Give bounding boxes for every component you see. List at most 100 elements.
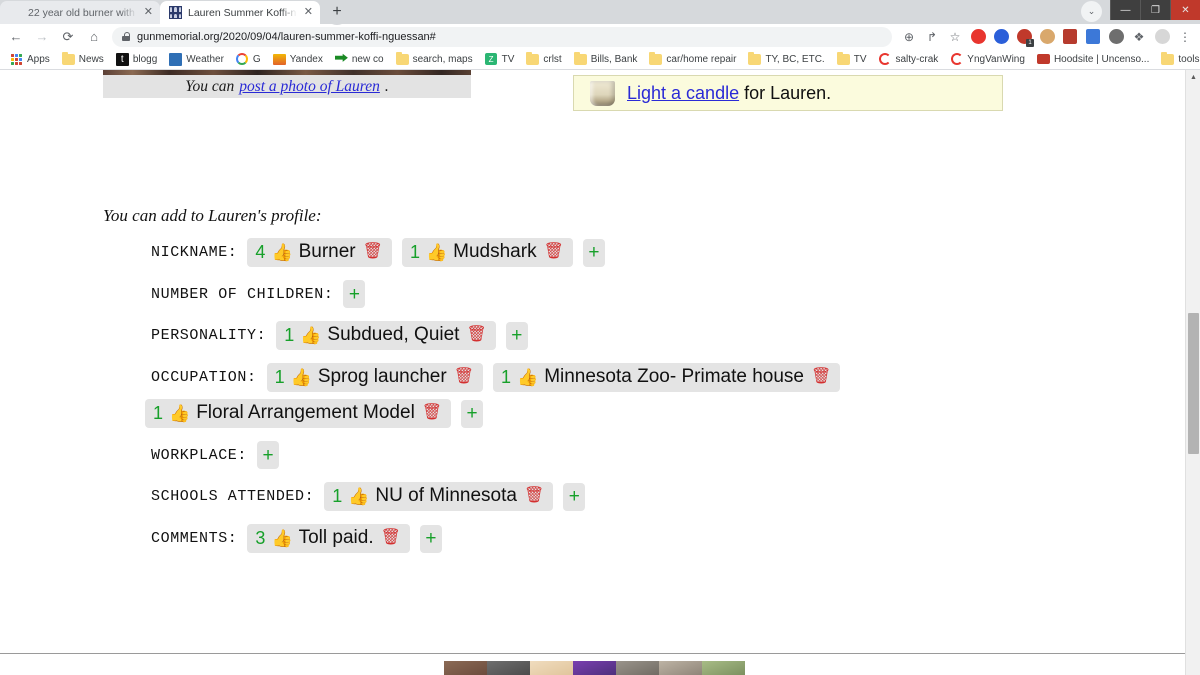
victim-photo-4[interactable] (573, 661, 616, 675)
tab-close-icon[interactable]: ✕ (143, 7, 154, 18)
victim-photo-2[interactable] (487, 661, 530, 675)
zattoo-icon: Z (485, 53, 498, 66)
field-tag[interactable]: 1 👍 Subdued, Quiet 🗑 (276, 321, 496, 350)
field-tag[interactable]: 1 👍 Sprog launcher 🗑 (266, 363, 483, 392)
add-number-of-children-button[interactable]: + (343, 280, 366, 308)
add-schools-attended-button[interactable]: + (563, 482, 586, 511)
page-scrollbar[interactable]: ▲ ▼ (1185, 70, 1200, 675)
post-photo-link[interactable]: post a photo of Lauren (239, 78, 380, 96)
close-window-button[interactable]: ✕ (1170, 0, 1200, 20)
tag-text: Burner (298, 241, 356, 262)
new-tab-button[interactable]: + (324, 0, 350, 25)
field-tag[interactable]: 4 👍 Burner 🗑 (247, 238, 392, 267)
chrome-menu-icon[interactable]: ⋮ (1174, 26, 1196, 48)
victim-photo-5[interactable] (616, 661, 659, 675)
bookmark-news[interactable]: News (56, 51, 110, 66)
field-tag[interactable]: 1 👍 Floral Arrangement Model 🗑 (145, 399, 452, 428)
extension-avatar-icon[interactable] (1036, 26, 1058, 48)
bookmark-label: TV (853, 53, 867, 65)
trash-icon[interactable]: 🗑 (454, 369, 474, 385)
add-nickname-button[interactable]: + (582, 238, 605, 267)
thumbs-up-icon[interactable]: 👍 (300, 327, 321, 344)
bookmark-car-home-repair[interactable]: car/home repair (643, 51, 742, 66)
home-button[interactable]: ⌂ (82, 26, 106, 48)
scroll-up-arrow-icon[interactable]: ▲ (1186, 70, 1200, 85)
thumbs-up-icon[interactable]: 👍 (517, 369, 538, 386)
trash-icon[interactable]: 🗑 (466, 327, 486, 343)
vote-count: 1 (501, 366, 512, 387)
browser-tab-1[interactable]: 22 year old burner with 3 sprogle ✕ (0, 1, 160, 24)
browser-tab-2[interactable]: Lauren Summer Koffi-n'guessan ✕ (160, 1, 320, 24)
bookmark-yngvanwing[interactable]: YngVanWing (944, 53, 1031, 66)
thumbs-up-icon[interactable]: 👍 (271, 244, 292, 261)
minimize-button[interactable]: — (1110, 0, 1140, 20)
bookmark-apps[interactable]: Apps (4, 53, 56, 66)
bookmark-star-icon[interactable]: ☆ (944, 26, 966, 48)
victim-photo-6[interactable] (659, 661, 702, 675)
tab-close-icon[interactable]: ✕ (303, 7, 314, 18)
bookmark-search-maps[interactable]: search, maps (390, 51, 479, 66)
folder-icon (526, 51, 540, 66)
field-tag[interactable]: 1 👍 Minnesota Zoo- Primate house 🗑 (493, 363, 841, 392)
victim-photo-7[interactable] (702, 661, 745, 675)
add-workplace-button[interactable]: + (257, 441, 280, 469)
vote-count: 1 (332, 485, 343, 506)
add-occupation-button[interactable]: + (461, 399, 484, 428)
extensions-puzzle-icon[interactable]: ❖ (1128, 26, 1150, 48)
scrollbar-thumb[interactable] (1188, 313, 1199, 454)
bookmark-hoodsite[interactable]: Hoodsite | Uncenso... (1031, 53, 1155, 66)
url-text: gunmemorial.org/2020/09/04/lauren-summer… (137, 30, 436, 43)
bookmark-bills-bank[interactable]: Bills, Bank (568, 51, 644, 66)
trash-icon[interactable]: 🗑 (363, 244, 383, 260)
extension-book-icon[interactable] (1059, 26, 1081, 48)
extension-video-icon[interactable] (967, 26, 989, 48)
thumbs-up-icon[interactable]: 👍 (271, 530, 292, 547)
add-personality-button[interactable]: + (505, 321, 528, 350)
trash-icon[interactable]: 🗑 (524, 488, 544, 504)
light-candle-link[interactable]: Light a candle (627, 83, 739, 103)
zoom-icon[interactable]: ⊕ (898, 26, 920, 48)
field-tag[interactable]: 1 👍 NU of Minnesota 🗑 (324, 482, 554, 511)
bookmark-crlst[interactable]: crlst (520, 51, 567, 66)
reload-button[interactable]: ⟳ (56, 26, 80, 48)
bookmark-tools-tech[interactable]: tools, tech (1155, 51, 1200, 66)
bookmark-tv-folder[interactable]: TV (831, 51, 873, 66)
bookmark-new-co[interactable]: new co (329, 53, 390, 66)
profile-chip-icon[interactable]: ⌄ (1081, 1, 1102, 22)
thumbs-up-icon[interactable]: 👍 (426, 244, 447, 261)
address-bar[interactable]: gunmemorial.org/2020/09/04/lauren-summer… (112, 26, 892, 47)
back-button[interactable]: ← (4, 26, 28, 48)
thumbs-up-icon[interactable]: 👍 (291, 369, 312, 386)
thumbs-up-icon[interactable]: 👍 (169, 405, 190, 422)
bookmark-salty-crak[interactable]: salty-crak (873, 53, 945, 66)
add-comments-button[interactable]: + (419, 524, 442, 553)
profile-avatar-icon[interactable] (1151, 26, 1173, 48)
field-tag[interactable]: 1 👍 Mudshark 🗑 (401, 238, 573, 267)
victim-photo-strip[interactable] (444, 661, 745, 675)
bookmark-tv-zattoo[interactable]: Z TV (479, 53, 521, 66)
trash-icon[interactable]: 🗑 (381, 530, 401, 546)
extension-yandex-icon[interactable] (1105, 26, 1127, 48)
bookmark-weather[interactable]: Weather (163, 52, 230, 66)
trash-icon[interactable]: 🗑 (544, 244, 564, 260)
bookmark-yandex[interactable]: Yandex (267, 53, 329, 66)
trash-icon[interactable]: 🗑 (422, 405, 442, 421)
light-candle-banner[interactable]: Light a candle for Lauren. (573, 75, 1003, 111)
trash-icon[interactable]: 🗑 (811, 369, 831, 385)
bookmark-label: crlst (543, 53, 562, 65)
victim-photo-3[interactable] (530, 661, 573, 675)
forward-button[interactable]: → (30, 26, 54, 48)
bookmark-blogg[interactable]: t blogg (110, 52, 163, 66)
share-icon[interactable]: ↱ (921, 26, 943, 48)
extension-adblock-icon[interactable]: 1 (1013, 26, 1035, 48)
thumbs-up-icon[interactable]: 👍 (348, 488, 369, 505)
folder-icon (1161, 51, 1175, 66)
bookmarks-bar: Apps News t blogg Weather G Yandex new c… (0, 49, 1200, 70)
maximize-button[interactable]: ❐ (1140, 0, 1170, 20)
extension-translate-icon[interactable] (1082, 26, 1104, 48)
bookmark-ty-bc-etc[interactable]: TY, BC, ETC. (742, 51, 830, 66)
extension-d-icon[interactable] (990, 26, 1012, 48)
bookmark-google[interactable]: G (230, 53, 267, 66)
field-tag[interactable]: 3 👍 Toll paid. 🗑 (247, 524, 410, 553)
victim-photo-1[interactable] (444, 661, 487, 675)
